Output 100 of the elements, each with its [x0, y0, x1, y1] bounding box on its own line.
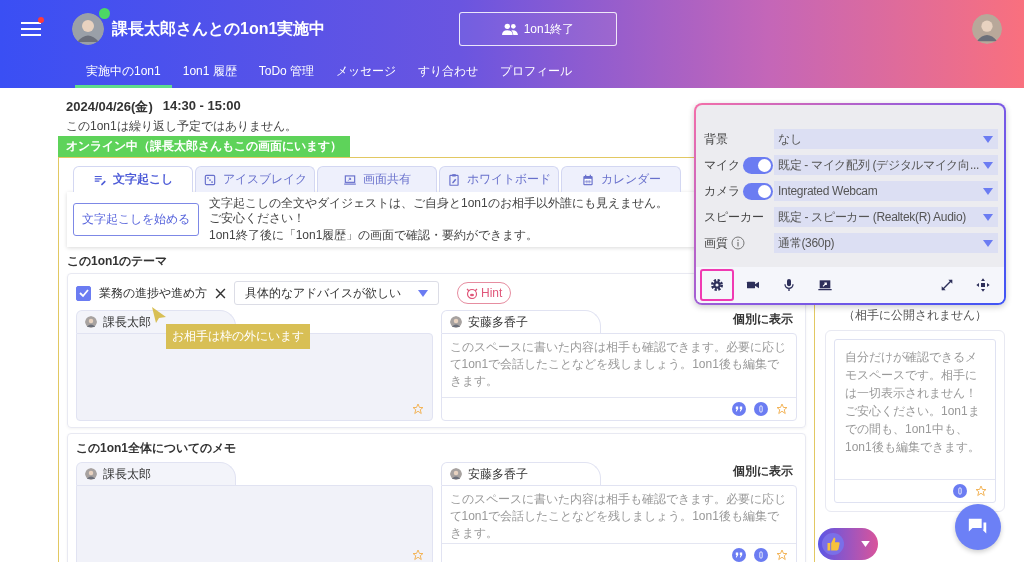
reaction-button[interactable]	[818, 528, 878, 560]
device-dropdown[interactable]: 既定 - マイク配列 (デジタルマイク向...	[773, 155, 998, 175]
show-separately-link[interactable]: 個別に表示	[733, 311, 797, 333]
presence-banner: オンライン中（課長太郎さんもこの画面にいます）	[58, 136, 350, 157]
quote-button[interactable]	[732, 548, 746, 562]
laptop-icon	[343, 172, 357, 187]
paperclip-icon	[956, 487, 964, 495]
microphone-icon	[781, 277, 797, 293]
note-editor[interactable]: このスペースに書いた内容は相手も確認できます。必要に応じて1on1で会話したことなどを残しましょう。1on1後も編集できます。	[440, 333, 797, 421]
topic-checkbox[interactable]	[76, 285, 91, 301]
check-icon	[78, 288, 89, 298]
author-name: 課長太郎	[103, 313, 151, 331]
nav-tab[interactable]: すり合わせ	[407, 58, 490, 88]
note-field[interactable]: このスペースに書いた内容は相手も確認できます。必要に応じて1on1で会話したことなどを残しましょう。1on1後も編集できます。	[441, 486, 796, 543]
pointer-icon	[152, 307, 166, 323]
author-avatar	[449, 468, 462, 480]
author-name: 安藤多香子	[467, 465, 528, 483]
quote-icon	[735, 551, 743, 559]
nav-tab[interactable]: 実施中の1on1	[75, 58, 172, 88]
clipboard-pen-icon	[447, 172, 461, 187]
private-memo-editor[interactable]: 自分だけが確認できるメモスペースです。相手には一切表示されません！ご安心ください。1on1までの間も、1on1中も、1on1後も編集できます。	[834, 339, 996, 503]
toggle-switch[interactable]	[743, 182, 773, 200]
nav-tab[interactable]: プロフィール	[489, 58, 584, 88]
menu-icon	[21, 21, 41, 37]
star-icon[interactable]	[411, 403, 424, 415]
nav-tab[interactable]: 1on1 履歴	[171, 58, 248, 88]
expand-icon	[939, 277, 955, 293]
caret-down-icon	[983, 239, 993, 247]
tool-tab[interactable]: カレンダー	[561, 166, 681, 192]
tool-tab[interactable]: 画面共有	[317, 166, 437, 192]
author-tab[interactable]: 安藤多香子	[440, 462, 601, 485]
setting-label: 画質	[704, 234, 728, 252]
caret-down-icon	[983, 135, 993, 143]
move-icon	[975, 277, 991, 293]
note-field[interactable]: このスペースに書いた内容は相手も確認できます。必要に応じて1on1で会話したことなどを残しましょう。1on1後も編集できます。	[441, 334, 796, 397]
quote-icon	[735, 405, 743, 413]
author-tab[interactable]: 安藤多香子	[440, 310, 601, 333]
caret-down-icon	[983, 187, 993, 195]
dropdown-value: なし	[778, 130, 802, 148]
info-icon[interactable]	[731, 236, 745, 250]
device-dropdown[interactable]: なし	[774, 129, 998, 149]
request-dropdown[interactable]: 具体的なアドバイスが欲しい	[234, 281, 439, 305]
caret-down-icon	[418, 289, 428, 297]
session-date: 2024/04/26(金)	[66, 98, 153, 116]
control-button[interactable]	[700, 269, 734, 301]
author-name: 課長太郎	[103, 465, 151, 483]
author-avatar	[85, 316, 97, 328]
pig-face-icon	[466, 287, 478, 299]
star-icon[interactable]	[776, 403, 788, 415]
calendar-icon	[581, 172, 595, 187]
setting-label: カメラ	[704, 182, 740, 200]
attach-button[interactable]	[754, 402, 768, 416]
page-title: 課長太郎さんとの1on1実施中	[112, 18, 326, 39]
end-session-button[interactable]: 1on1終了	[459, 12, 617, 46]
paperclip-icon	[757, 551, 765, 559]
thumbs-up-icon	[822, 533, 844, 555]
topic-label: 業務の進捗や進め方	[99, 284, 207, 302]
caret-down-icon	[861, 541, 870, 547]
info-text: 1on1終了後に「1on1履歴」の画面で確認・要約ができます。	[209, 228, 540, 243]
memo-field[interactable]: 自分だけが確認できるメモスペースです。相手には一切表示されません！ご安心ください。1on1までの間も、1on1中も、1on1後も編集できます。	[835, 340, 995, 479]
partner-avatar	[72, 13, 104, 45]
device-dropdown[interactable]: Integrated Webcam	[774, 181, 998, 201]
screen-share-icon	[817, 277, 833, 293]
device-dropdown[interactable]: 通常(360p)	[774, 233, 998, 253]
star-icon[interactable]	[776, 549, 788, 561]
nav-tab[interactable]: メッセージ	[325, 58, 408, 88]
note-editor[interactable]: このスペースに書いた内容は相手も確認できます。必要に応じて1on1で会話したことなどを残しましょう。1on1後も編集できます。	[440, 485, 797, 562]
toggle-switch[interactable]	[743, 156, 773, 174]
dropdown-value: Integrated Webcam	[778, 184, 878, 198]
dropdown-value: 具体的なアドバイスが欲しい	[245, 284, 401, 302]
info-text: 文字起こしの全文やダイジェストは、ご自身と1on1のお相手以外誰にも見えません。ご安心ください！	[209, 196, 669, 226]
attach-button[interactable]	[953, 484, 967, 498]
paperclip-icon	[757, 405, 765, 413]
start-transcription-button[interactable]: 文字起こしを始める	[73, 203, 199, 236]
hint-button[interactable]: Hint	[457, 282, 512, 304]
section-title: この1on1全体についてのメモ	[76, 439, 236, 457]
attach-button[interactable]	[754, 548, 768, 562]
nav-tab[interactable]: ToDo 管理	[247, 58, 326, 88]
star-icon[interactable]	[975, 485, 987, 497]
chat-button[interactable]	[955, 504, 1001, 550]
caret-down-icon	[983, 213, 993, 221]
show-separately-link[interactable]: 個別に表示	[733, 463, 797, 485]
section-title: この1on1のテーマ	[67, 252, 167, 270]
user-avatar	[972, 14, 1002, 44]
star-icon[interactable]	[411, 549, 424, 561]
setting-label: 背景	[704, 130, 728, 148]
dropdown-value: 通常(360p)	[778, 234, 835, 252]
quote-button[interactable]	[732, 402, 746, 416]
tool-tab[interactable]: アイスブレイク	[195, 166, 315, 192]
author-avatar	[85, 468, 97, 480]
author-tab[interactable]: 課長太郎	[76, 462, 236, 485]
tooltip: お相手は枠の外にいます	[166, 324, 310, 349]
recurrence-note: この1on1は繰り返し予定ではありません。	[65, 118, 298, 133]
tool-tab[interactable]: 文字起こし	[73, 166, 193, 192]
device-dropdown[interactable]: 既定 - スピーカー (Realtek(R) Audio)	[774, 207, 998, 227]
caret-down-icon	[983, 161, 993, 169]
remove-icon[interactable]	[215, 287, 226, 299]
setting-label: マイク	[704, 156, 740, 174]
tool-tab[interactable]: ホワイトボード	[439, 166, 559, 192]
dropdown-value: 既定 - スピーカー (Realtek(R) Audio)	[778, 208, 966, 226]
